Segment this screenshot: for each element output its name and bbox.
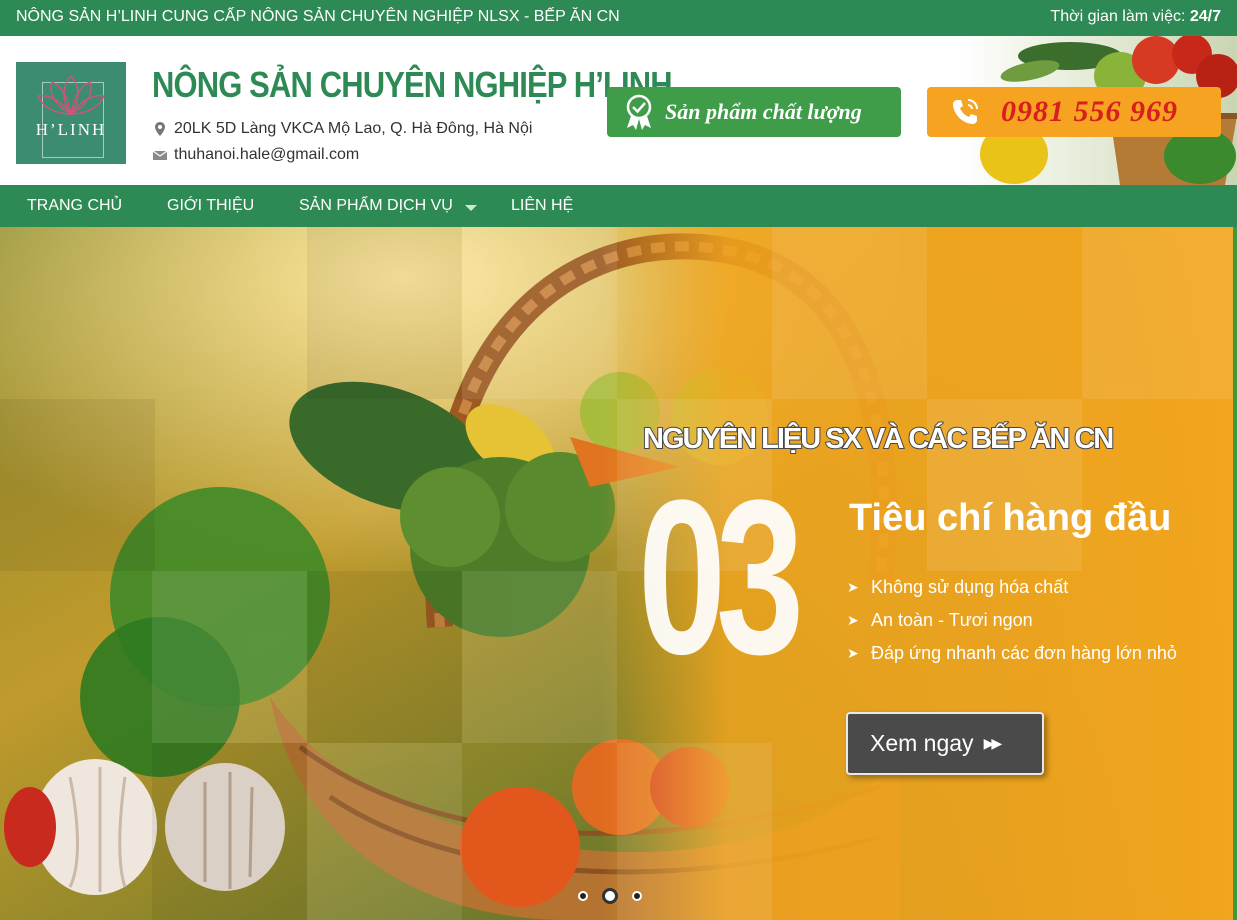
bullet-text: An toàn - Tươi ngon: [871, 610, 1033, 630]
hero-big-number: 03: [638, 454, 804, 700]
hotline-button[interactable]: 0981 556 969: [927, 87, 1221, 137]
quality-label: Sản phẩm chất lượng: [665, 99, 862, 124]
phone-icon: [953, 99, 978, 124]
working-hours-label: Thời gian làm việc:: [1050, 8, 1186, 25]
slide-dot-1[interactable]: [578, 891, 588, 901]
fast-forward-icon: ▶▶: [983, 735, 1002, 751]
nav-item-about[interactable]: GIỚI THIỆU: [167, 197, 254, 215]
location-pin-icon: [155, 122, 165, 136]
envelope-icon: [152, 150, 168, 160]
address-text: 20LK 5D Làng VKCA Mộ Lao, Q. Hà Đông, Hà…: [174, 120, 533, 137]
email-text[interactable]: thuhanoi.hale@gmail.com: [174, 146, 359, 164]
hero-title: Tiêu chí hàng đầu: [849, 497, 1172, 539]
bullet-text: Không sử dụng hóa chất: [871, 577, 1069, 597]
view-now-button[interactable]: Xem ngay ▶▶: [846, 712, 1044, 775]
arrow-right-icon: ➤: [847, 579, 859, 595]
bullet-text: Đáp ứng nhanh các đơn hàng lớn nhỏ: [871, 643, 1177, 663]
list-item: ➤ Không sử dụng hóa chất: [847, 571, 1177, 604]
arrow-right-icon: ➤: [847, 645, 859, 661]
working-hours: Thời gian làm việc: 24/7: [1050, 8, 1221, 26]
address: 20LK 5D Làng VKCA Mộ Lao, Q. Hà Đông, Hà…: [152, 120, 532, 138]
page-edge: [1233, 227, 1237, 920]
slide-dot-2[interactable]: [602, 888, 618, 904]
nav-item-contact[interactable]: LIÊN HỆ: [511, 197, 573, 215]
slider-pagination: [578, 888, 642, 904]
list-item: ➤ An toàn - Tươi ngon: [847, 604, 1177, 637]
hero-slider[interactable]: NGUYÊN LIỆU SX VÀ CÁC BẾP ĂN CN 03 Tiêu …: [0, 227, 1237, 920]
nav-item-products-services[interactable]: SẢN PHẨM DỊCH VỤ: [299, 197, 453, 215]
view-now-label: Xem ngay: [870, 730, 974, 756]
arrow-right-icon: ➤: [847, 612, 859, 628]
logo[interactable]: H’LINH: [16, 62, 126, 164]
logo-text: H’LINH: [35, 120, 107, 139]
tagline: NÔNG SẢN H’LINH CUNG CẤP NÔNG SẢN CHUYÊN…: [16, 8, 620, 25]
working-hours-value: 24/7: [1189, 8, 1221, 25]
nav-item-home[interactable]: TRANG CHỦ: [27, 197, 122, 215]
hero-bullet-list: ➤ Không sử dụng hóa chất ➤ An toàn - Tươi …: [847, 571, 1177, 670]
site-header: H’LINH NÔNG SẢN CHUYÊN NGHIỆP H’LINH 20L…: [0, 36, 1237, 185]
list-item: ➤ Đáp ứng nhanh các đơn hàng lớn nhỏ: [847, 637, 1177, 670]
quality-badge-icon: [626, 94, 652, 130]
lotus-icon: [37, 75, 105, 116]
hero-headline: NGUYÊN LIỆU SX VÀ CÁC BẾP ĂN CN: [642, 422, 1115, 456]
slide-dot-3[interactable]: [632, 891, 642, 901]
brand-name[interactable]: NÔNG SẢN CHUYÊN NGHIỆP H’LINH: [152, 64, 673, 106]
email: thuhanoi.hale@gmail.com: [152, 146, 359, 164]
quality-badge[interactable]: Sản phẩm chất lượng: [607, 87, 901, 137]
top-info-bar: NÔNG SẢN H’LINH CUNG CẤP NÔNG SẢN CHUYÊN…: [0, 0, 1237, 36]
chevron-down-icon[interactable]: [465, 205, 477, 211]
hotline-number: 0981 556 969: [1001, 95, 1178, 128]
main-navigation: TRANG CHỦ GIỚI THIỆU SẢN PHẨM DỊCH VỤ LI…: [0, 185, 1237, 227]
